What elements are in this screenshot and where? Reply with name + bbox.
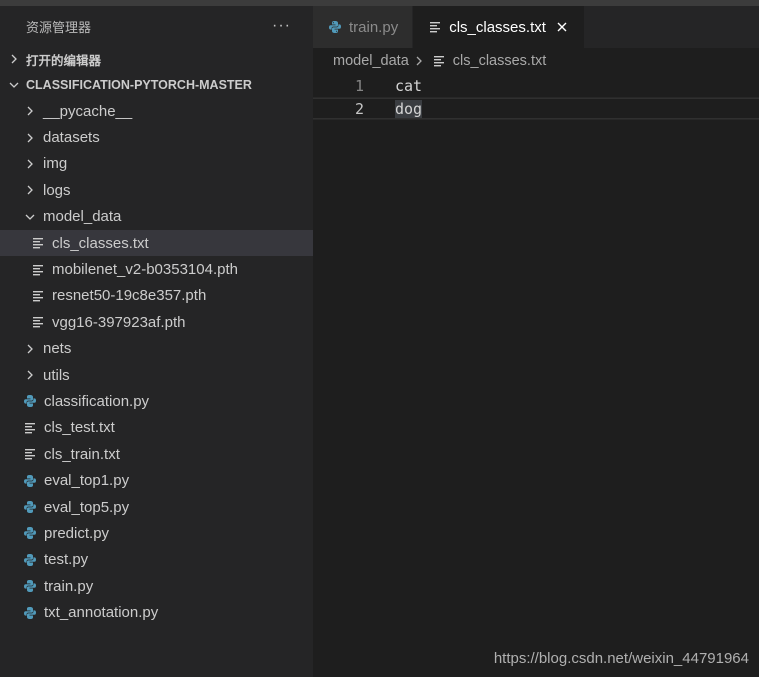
tree-item-label: test.py — [44, 551, 89, 569]
tree-item-label: logs — [43, 181, 71, 199]
tab-train-py[interactable]: train.py — [313, 6, 414, 48]
tree-item-label: mobilenet_v2-b0353104.pth — [52, 261, 238, 279]
chevron-right-icon — [22, 341, 38, 357]
chevron-right-icon — [6, 51, 22, 67]
file-tree: __pycache__ datasets img logs model_data cls_… — [0, 98, 313, 626]
tree-folder[interactable]: datasets — [0, 124, 313, 150]
breadcrumb: model_data cls_classes.txt — [313, 48, 759, 74]
tree-file[interactable]: predict.py — [0, 520, 313, 546]
tree-item-label: txt_annotation.py — [44, 604, 159, 622]
tree-item-label: classification.py — [44, 392, 150, 410]
tree-folder[interactable]: model_data — [0, 204, 313, 230]
tree-item-label: model_data — [43, 208, 122, 226]
text-file-icon — [22, 420, 38, 436]
code-line[interactable]: 1 cat — [313, 74, 759, 97]
tab-label: cls_classes.txt — [449, 18, 546, 36]
tree-file[interactable]: train.py — [0, 573, 313, 599]
chevron-right-icon — [22, 130, 38, 146]
tree-folder[interactable]: logs — [0, 177, 313, 203]
close-icon[interactable] — [554, 19, 570, 35]
tree-file[interactable]: vgg16-397923af.pth — [0, 309, 313, 335]
tree-file[interactable]: cls_train.txt — [0, 441, 313, 467]
tree-file[interactable]: resnet50-19c8e357.pth — [0, 283, 313, 309]
line-text[interactable]: cat — [395, 77, 422, 95]
tree-file[interactable]: classification.py — [0, 388, 313, 414]
tree-item-label: predict.py — [44, 524, 110, 542]
tree-item-label: datasets — [43, 129, 100, 147]
project-section[interactable]: CLASSIFICATION-PYTORCH-MASTER — [0, 72, 313, 98]
tab-cls-classes-txt[interactable]: cls_classes.txt — [413, 6, 585, 48]
explorer-header: 资源管理器 ··· — [0, 6, 313, 46]
tree-item-label: resnet50-19c8e357.pth — [52, 287, 207, 305]
tree-file[interactable]: cls_classes.txt — [0, 229, 313, 257]
python-icon — [22, 499, 38, 515]
tree-item-label: cls_test.txt — [44, 419, 115, 437]
tree-item-label: utils — [43, 366, 70, 384]
chevron-right-icon — [22, 182, 38, 198]
tree-item-label: eval_top5.py — [44, 498, 130, 516]
chevron-down-icon — [6, 77, 22, 93]
tab-bar: train.py cls_classes.txt — [313, 0, 759, 48]
text-file-icon — [30, 262, 46, 278]
text-file-icon — [30, 235, 46, 251]
chevron-down-icon — [22, 209, 38, 225]
tree-file[interactable]: eval_top5.py — [0, 494, 313, 520]
python-icon — [22, 525, 38, 541]
tree-item-label: img — [43, 155, 68, 173]
text-file-icon — [30, 288, 46, 304]
line-number: 1 — [354, 76, 364, 95]
python-icon — [22, 578, 38, 594]
breadcrumb-file[interactable]: cls_classes.txt — [453, 53, 546, 69]
chevron-right-icon — [22, 103, 38, 119]
tree-file[interactable]: eval_top1.py — [0, 467, 313, 493]
open-editors-section[interactable]: 打开的编辑器 — [0, 46, 313, 72]
code-editor[interactable]: 1 cat 2 dog — [313, 74, 759, 120]
tree-item-label: vgg16-397923af.pth — [52, 313, 186, 331]
line-text[interactable]: dog — [395, 99, 423, 118]
tree-folder[interactable]: utils — [0, 362, 313, 388]
text-file-icon — [427, 19, 443, 35]
python-icon — [22, 605, 38, 621]
tree-file[interactable]: txt_annotation.py — [0, 599, 313, 625]
tree-item-label: cls_classes.txt — [52, 234, 149, 252]
editor-area: train.py cls_classes.txt model_data cls_… — [313, 0, 759, 677]
text-file-icon — [30, 314, 46, 330]
code-line-current[interactable]: 2 dog — [313, 97, 759, 120]
chevron-right-icon — [22, 156, 38, 172]
tree-file[interactable]: test.py — [0, 547, 313, 573]
explorer-sidebar: 资源管理器 ··· 打开的编辑器 CLASSIFICATION-PYTORCH-… — [0, 0, 313, 677]
tree-item-label: train.py — [44, 577, 94, 595]
explorer-title: 资源管理器 — [26, 19, 92, 35]
tree-folder[interactable]: __pycache__ — [0, 98, 313, 124]
tree-item-label: nets — [43, 340, 72, 358]
tree-folder[interactable]: nets — [0, 336, 313, 362]
more-actions-icon[interactable]: ··· — [272, 17, 291, 35]
breadcrumb-folder[interactable]: model_data — [333, 53, 409, 69]
chevron-right-icon — [413, 55, 425, 67]
line-number: 2 — [354, 99, 364, 118]
text-file-icon — [431, 53, 447, 69]
tree-item-label: __pycache__ — [43, 102, 133, 120]
chevron-right-icon — [22, 367, 38, 383]
tab-label: train.py — [349, 18, 399, 36]
project-label: CLASSIFICATION-PYTORCH-MASTER — [26, 78, 252, 92]
python-icon — [22, 393, 38, 409]
watermark: https://blog.csdn.net/weixin_44791964 — [493, 650, 749, 667]
text-file-icon — [22, 446, 38, 462]
tree-item-label: cls_train.txt — [44, 445, 120, 463]
python-icon — [327, 19, 343, 35]
tree-item-label: eval_top1.py — [44, 472, 130, 490]
tree-folder[interactable]: img — [0, 151, 313, 177]
python-icon — [22, 473, 38, 489]
tree-file[interactable]: cls_test.txt — [0, 415, 313, 441]
tree-file[interactable]: mobilenet_v2-b0353104.pth — [0, 256, 313, 282]
open-editors-label: 打开的编辑器 — [26, 53, 102, 68]
python-icon — [22, 552, 38, 568]
